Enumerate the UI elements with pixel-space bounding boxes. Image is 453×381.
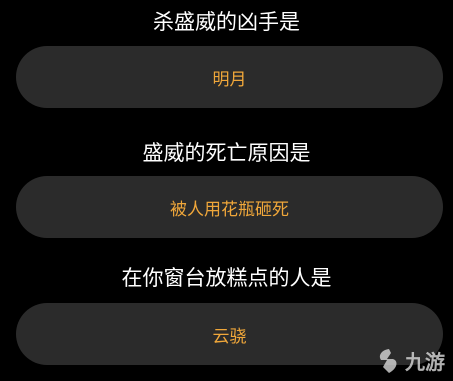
watermark-text: 九游 (405, 350, 445, 374)
watermark-logo: 九游 (375, 346, 445, 375)
question-3: 在你窗台放糕点的人是 (121, 266, 332, 290)
jiuyou-logo-icon (379, 348, 397, 373)
answer-label-1: 明月 (212, 69, 247, 90)
answer-button-1[interactable]: 明月 (16, 46, 443, 108)
answer-button-2[interactable]: 被人用花瓶砸死 (16, 176, 443, 238)
question-2: 盛威的死亡原因是 (142, 141, 311, 165)
answer-label-2: 被人用花瓶砸死 (170, 199, 289, 220)
question-1: 杀盛威的凶手是 (153, 10, 300, 34)
answer-label-3: 云骁 (212, 326, 247, 347)
